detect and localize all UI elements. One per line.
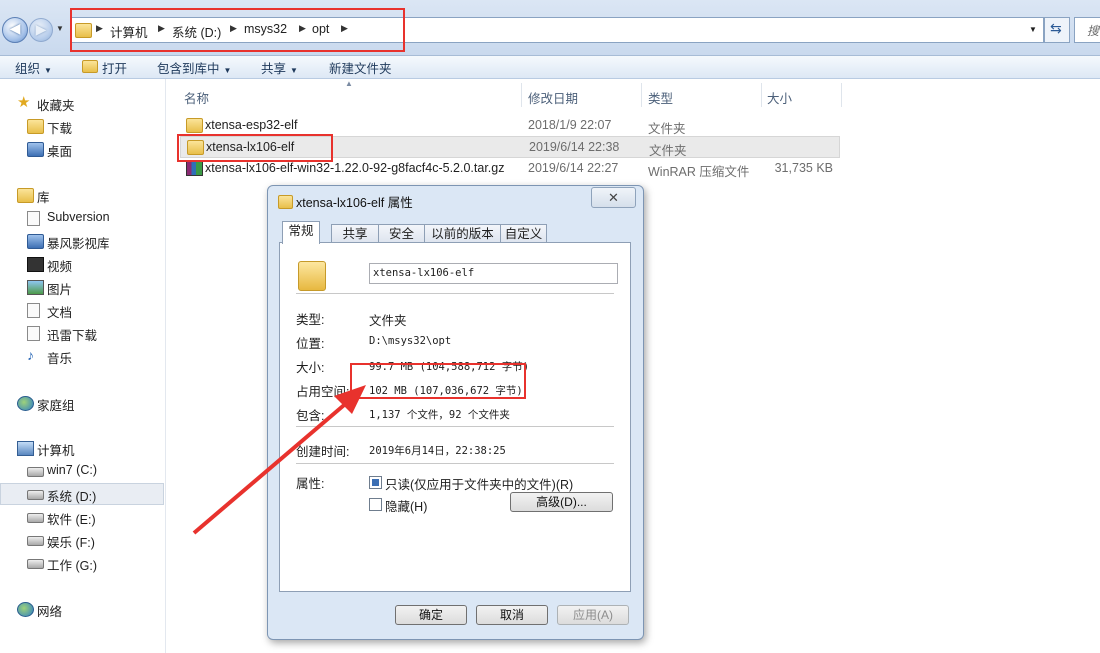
annotation-arrow-shaft — [192, 398, 352, 535]
annotation-arrow-overlay — [192, 385, 366, 535]
tab-general[interactable]: 常规 — [282, 221, 320, 244]
